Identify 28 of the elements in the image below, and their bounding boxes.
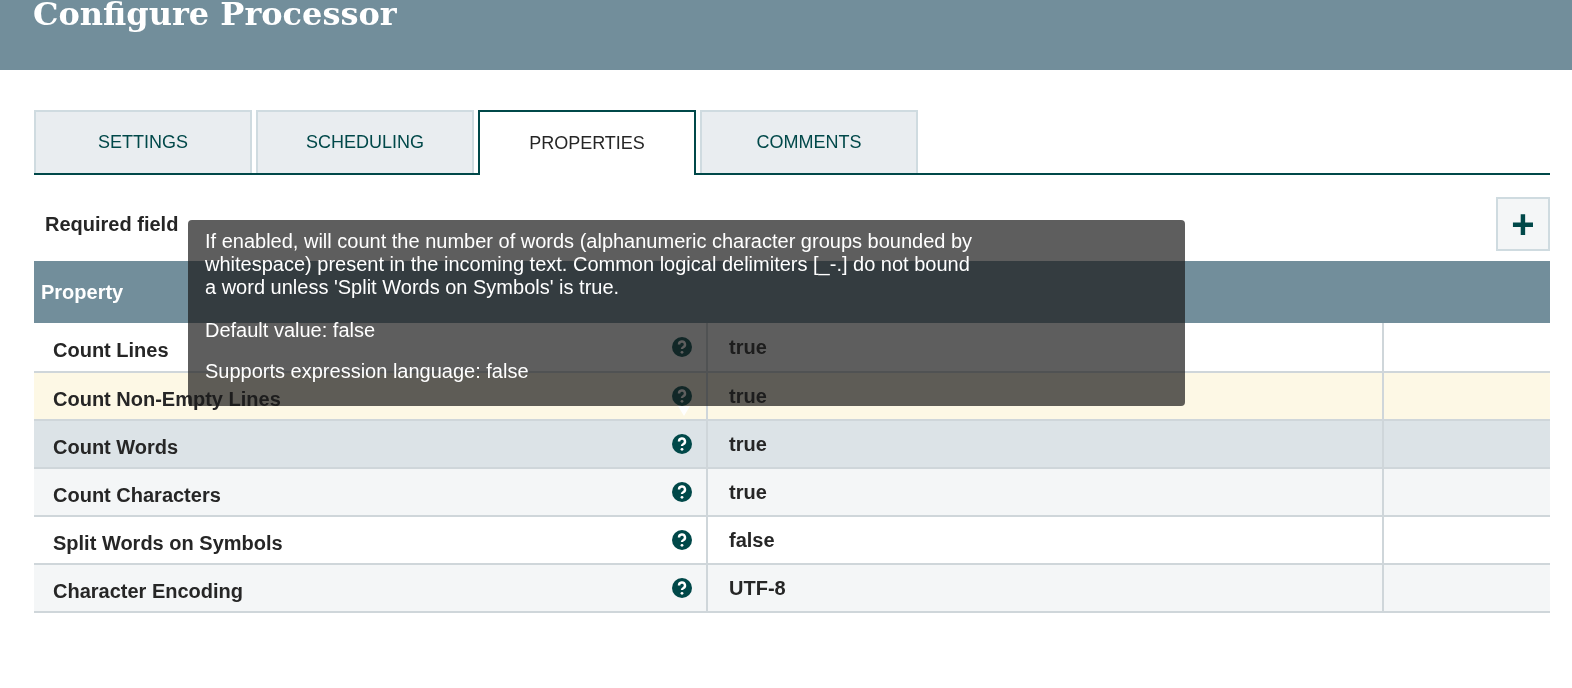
tab[interactable]: SETTINGS	[34, 110, 252, 173]
property-name: Count Words	[53, 437, 179, 457]
table-row[interactable]: Count Characters true	[34, 467, 1550, 515]
property-value[interactable]: true	[729, 429, 767, 459]
property-value[interactable]: true	[729, 477, 767, 507]
add-property-button[interactable]: +	[1496, 197, 1550, 251]
help-icon[interactable]	[672, 578, 692, 598]
tooltip-pointer-icon	[678, 406, 690, 416]
dialog-title: Configure Processor	[33, 0, 397, 35]
property-name: Character Encoding	[53, 581, 244, 601]
help-icon[interactable]	[672, 530, 692, 550]
property-value[interactable]: false	[729, 525, 775, 555]
tab[interactable]: SCHEDULING	[256, 110, 474, 173]
tooltip-default-value: Default value: false	[205, 319, 377, 342]
tooltip-description: If enabled, will count the number of words (alphanumeric character groups bounded by whitespace) present in the incoming text. Common logical delimiters [_-.] do not bound a word unless 'Split Words on Symbols' is true.	[205, 230, 974, 299]
tab[interactable]: PROPERTIES	[478, 110, 696, 175]
tooltip-expression-language: Supports expression language: false	[205, 360, 530, 383]
table-row[interactable]: Character Encoding UTF-8	[34, 563, 1550, 611]
property-value[interactable]: UTF-8	[729, 573, 786, 603]
table-row[interactable]: Split Words on Symbols false	[34, 515, 1550, 563]
property-name: Split Words on Symbols	[53, 533, 283, 553]
help-icon[interactable]	[672, 482, 692, 502]
table-row[interactable]: Count Words true	[34, 419, 1550, 467]
required-field-note: Required field	[45, 212, 179, 237]
property-name: Count Characters	[53, 485, 221, 505]
help-icon[interactable]	[672, 434, 692, 454]
tab[interactable]: COMMENTS	[700, 110, 918, 173]
property-name: Count Lines	[53, 340, 169, 360]
